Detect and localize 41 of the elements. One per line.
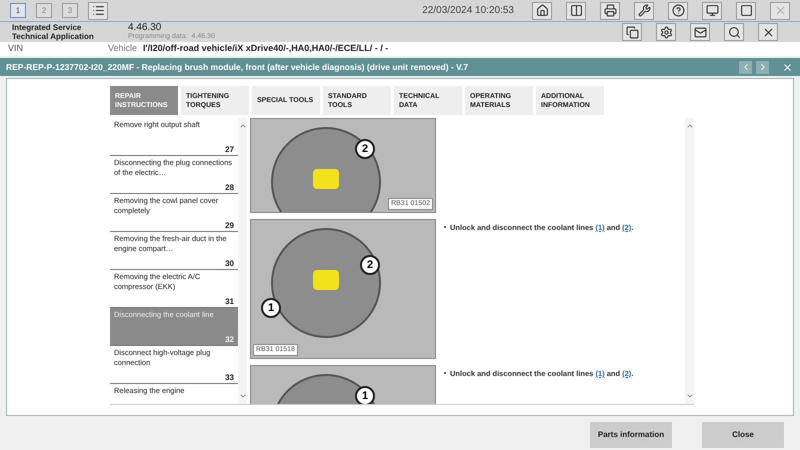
list-icon[interactable] [88, 2, 108, 20]
step-number: 32 [225, 335, 234, 345]
scroll-up-icon [686, 122, 694, 130]
document-title: REP-REP-P-1237702-I20_220MF - Replacing brush module, front (after vehicle diagnosis) (drive unit removed) - V.7 [6, 60, 470, 74]
callout-number: 1 [261, 298, 281, 318]
vin-label: VIN [8, 42, 24, 56]
step-number: 29 [225, 221, 234, 231]
settings-icon[interactable] [656, 23, 676, 41]
next-button[interactable] [756, 60, 769, 74]
step-number: 33 [225, 373, 234, 383]
mail-icon[interactable] [690, 23, 710, 41]
vehicle-label: Vehicle [108, 42, 138, 56]
scroll-down-icon [686, 392, 694, 400]
step-number: 30 [225, 259, 234, 269]
scroll-up-icon [238, 122, 246, 130]
list-scrollbar[interactable] [238, 118, 247, 404]
step-number: 27 [225, 145, 234, 155]
footer-button[interactable]: Parts information [590, 422, 672, 448]
content-scrollbar[interactable] [685, 118, 694, 404]
vehicle-value: I'/I20/off-road vehicle/iX xDrive40/-,HA0,HA0/-/ECE/LL/ - / - [143, 42, 388, 56]
copy-icon[interactable] [622, 23, 642, 41]
printer-icon[interactable] [600, 2, 620, 20]
step-number: 31 [225, 297, 234, 307]
home-icon[interactable] [532, 2, 552, 20]
search-icon[interactable] [724, 23, 744, 41]
workspace-tab[interactable]: 1 [10, 3, 26, 18]
columns-icon[interactable] [566, 2, 586, 20]
close-icon [782, 62, 793, 72]
help-icon[interactable] [668, 2, 688, 20]
previous-button[interactable] [739, 60, 752, 74]
close-icon[interactable] [758, 23, 778, 41]
datetime: 22/03/2024 10:20:53 [422, 4, 514, 18]
app-name: Integrated Service Technical Application [12, 23, 95, 41]
wrench-icon[interactable] [634, 2, 654, 20]
scroll-down-icon [238, 392, 246, 400]
footer-button[interactable]: Close [702, 422, 784, 448]
step-number: 28 [225, 183, 234, 193]
maximize-icon[interactable] [736, 2, 756, 20]
monitor-icon[interactable] [702, 2, 722, 20]
version: 4.46.30 [128, 23, 162, 33]
callout-number: 1 [355, 386, 375, 404]
